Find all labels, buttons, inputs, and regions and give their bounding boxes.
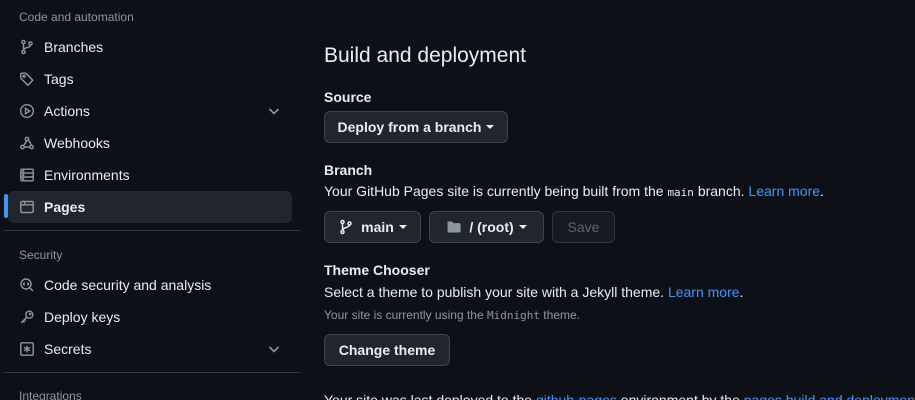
branch-icon <box>338 219 354 235</box>
sidebar-item-label: Pages <box>44 199 86 215</box>
group-title-security: Security <box>19 248 63 262</box>
source-dropdown-label: Deploy from a branch <box>337 119 482 135</box>
sidebar-item-label: Tags <box>44 71 74 87</box>
key-icon <box>19 309 35 325</box>
group-title-code-automation: Code and automation <box>19 10 134 24</box>
sidebar-item-code-security[interactable]: Code security and analysis <box>8 269 292 301</box>
branch-select-button[interactable]: main <box>324 211 421 243</box>
sidebar-item-label: Secrets <box>44 341 92 357</box>
branch-desc-text: Your GitHub Pages site is currently bein… <box>324 183 668 199</box>
branch-select-label: main <box>361 219 394 235</box>
sidebar-item-tags[interactable]: Tags <box>8 63 292 95</box>
browser-icon <box>19 199 35 215</box>
folder-select-button[interactable]: / (root) <box>429 211 544 243</box>
sidebar-item-label: Webhooks <box>44 135 110 151</box>
webhook-icon <box>19 135 35 151</box>
page-title: Build and deployment <box>324 44 526 67</box>
settings-sidebar: Code and automation Branches Tags Action… <box>0 0 300 400</box>
sidebar-item-branches[interactable]: Branches <box>8 31 292 63</box>
caret-down-icon <box>486 125 495 129</box>
folder-icon <box>446 219 462 235</box>
current-theme-note: Your site is currently using the Midnigh… <box>324 308 580 322</box>
branch-icon <box>19 39 35 55</box>
codescan-icon <box>19 277 35 293</box>
sidebar-item-pages[interactable]: Pages <box>8 191 292 223</box>
github-pages-env-link[interactable]: github-pages <box>536 392 617 400</box>
sidebar-item-environments[interactable]: Environments <box>8 159 292 191</box>
footer-text-middle: environment by the <box>616 392 744 400</box>
pages-settings: Build and deployment Source Deploy from … <box>324 0 915 400</box>
theme-desc-text: Select a theme to publish your site with… <box>324 284 668 300</box>
sidebar-divider <box>4 230 300 231</box>
source-label: Source <box>324 89 372 105</box>
source-dropdown[interactable]: Deploy from a branch <box>324 111 508 143</box>
tag-icon <box>19 71 35 87</box>
workflow-link[interactable]: pages build and deployment <box>744 392 915 400</box>
sidebar-item-label: Environments <box>44 167 130 183</box>
theme-chooser-label: Theme Chooser <box>324 262 430 278</box>
save-button[interactable]: Save <box>552 211 615 243</box>
sidebar-item-secrets[interactable]: Secrets <box>8 333 292 365</box>
caret-down-icon <box>398 225 407 229</box>
sidebar-item-label: Branches <box>44 39 104 55</box>
folder-select-label: / (root) <box>469 219 514 235</box>
chevron-down-icon[interactable] <box>266 341 282 357</box>
theme-desc-period: . <box>739 284 744 300</box>
sidebar-item-webhooks[interactable]: Webhooks <box>8 127 292 159</box>
sidebar-divider <box>4 372 300 373</box>
caret-down-icon <box>518 225 527 229</box>
sidebar-item-label: Code security and analysis <box>44 277 212 293</box>
sidebar-item-deploy-keys[interactable]: Deploy keys <box>8 301 292 333</box>
deployment-footer: Your site was last deployed to the githu… <box>324 392 915 400</box>
settings-page: Code and automation Branches Tags Action… <box>0 0 915 400</box>
sidebar-item-actions[interactable]: Actions <box>8 95 292 127</box>
sidebar-item-label: Deploy keys <box>44 309 121 325</box>
group-title-integrations: Integrations <box>19 389 82 400</box>
theme-learn-more-link[interactable]: Learn more <box>668 284 740 300</box>
change-theme-button[interactable]: Change theme <box>324 334 450 366</box>
play-icon <box>19 103 35 119</box>
branch-desc-code: main <box>667 186 694 199</box>
theme-note-code: Midnight <box>486 309 540 322</box>
branch-desc-period: . <box>820 183 824 199</box>
footer-text: Your site was last deployed to the <box>324 392 536 400</box>
branch-description: Your GitHub Pages site is currently bein… <box>324 183 824 199</box>
chevron-down-icon[interactable] <box>266 103 282 119</box>
asterisk-icon <box>19 341 35 357</box>
branch-desc-text-after: branch. <box>693 183 749 199</box>
theme-description: Select a theme to publish your site with… <box>324 284 743 300</box>
server-icon <box>19 167 35 183</box>
branch-learn-more-link[interactable]: Learn more <box>748 183 820 199</box>
theme-note-text: Your site is currently using the <box>324 308 487 322</box>
theme-note-text-after: theme. <box>539 308 580 322</box>
sidebar-item-label: Actions <box>44 103 90 119</box>
branch-label: Branch <box>324 162 373 178</box>
